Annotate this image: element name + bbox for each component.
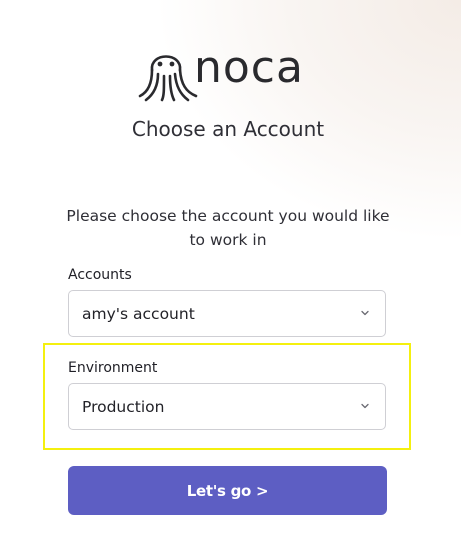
environment-label: Environment — [68, 360, 158, 376]
chevron-down-icon — [361, 403, 369, 409]
octopus-icon — [138, 55, 198, 102]
accounts-label: Accounts — [68, 267, 132, 283]
lets-go-button[interactable]: Let's go > — [68, 466, 387, 515]
environment-select[interactable]: Production — [68, 383, 386, 430]
chevron-down-icon — [361, 310, 369, 316]
brand-name: noca — [194, 42, 304, 93]
environment-selected-value: Production — [82, 398, 165, 416]
accounts-selected-value: amy's account — [82, 305, 195, 323]
instruction-text: Please choose the account you would like… — [66, 207, 390, 249]
page-title: Choose an Account — [131, 117, 325, 141]
noca-logo: noca — [138, 40, 323, 102]
accounts-select[interactable]: amy's account — [68, 290, 386, 337]
